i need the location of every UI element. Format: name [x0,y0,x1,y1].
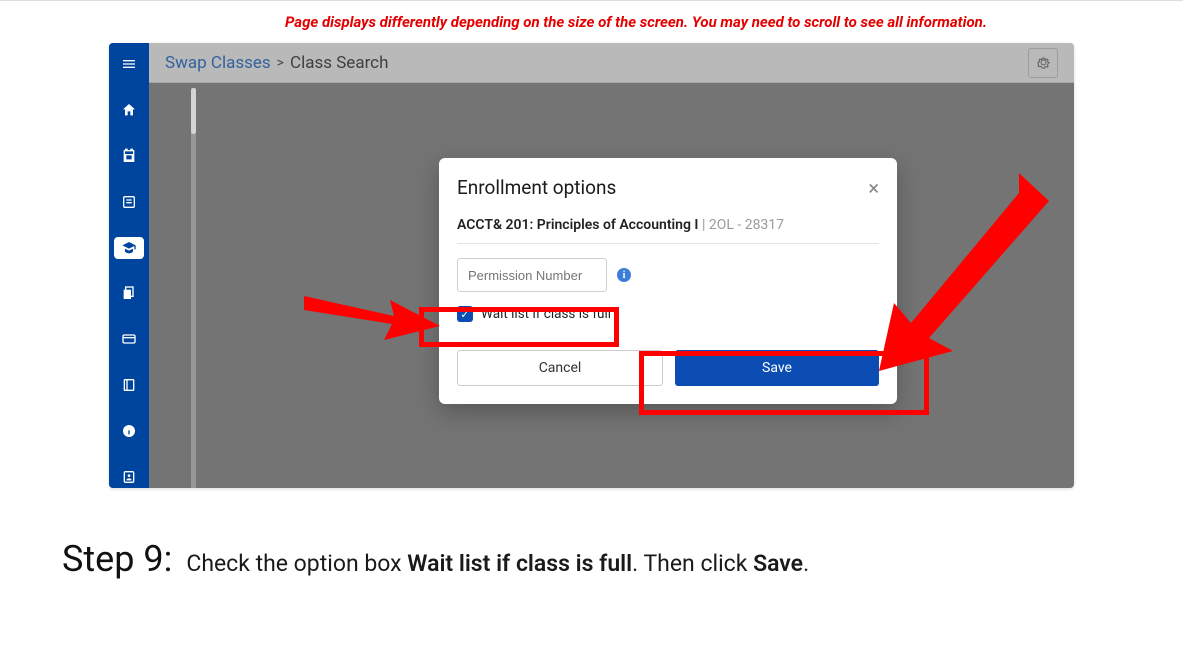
book-icon[interactable] [114,374,144,396]
waitlist-checkbox[interactable]: ✓ [457,306,473,322]
course-section: | 2OL - 28317 [702,217,784,233]
app-screenshot: Swap Classes > Class Search Enrollment o… [109,43,1074,488]
home-icon[interactable] [114,99,144,121]
list-icon[interactable] [114,191,144,213]
menu-icon[interactable] [114,53,144,75]
scrollbar[interactable] [191,88,196,488]
account-icon[interactable] [114,466,144,488]
course-line: ACCT& 201: Principles of Accounting I | … [457,213,879,244]
card-icon[interactable] [114,328,144,350]
course-name: ACCT& 201: Principles of Accounting I [457,217,698,233]
save-button[interactable]: Save [675,350,879,386]
sidebar [109,43,149,488]
close-icon[interactable]: × [868,178,879,198]
cancel-button[interactable]: Cancel [457,350,663,386]
calendar-icon[interactable] [114,145,144,167]
step-text: Check the option box Wait list if class … [186,550,809,577]
step-instruction: Step 9: Check the option box Wait list i… [0,488,1183,580]
waitlist-row[interactable]: ✓ Wait list if class is full [457,306,879,322]
education-icon[interactable] [114,237,144,259]
enrollment-options-modal: Enrollment options × ACCT& 201: Principl… [439,158,897,404]
step-number: Step 9: [62,538,172,580]
info-icon[interactable] [114,420,144,442]
copy-icon[interactable] [114,283,144,305]
warning-banner: Page displays differently depending on t… [0,0,1183,43]
modal-title: Enrollment options [457,176,616,199]
waitlist-label: Wait list if class is full [481,306,611,322]
info-icon[interactable]: i [617,268,631,282]
permission-number-input[interactable] [457,258,607,292]
